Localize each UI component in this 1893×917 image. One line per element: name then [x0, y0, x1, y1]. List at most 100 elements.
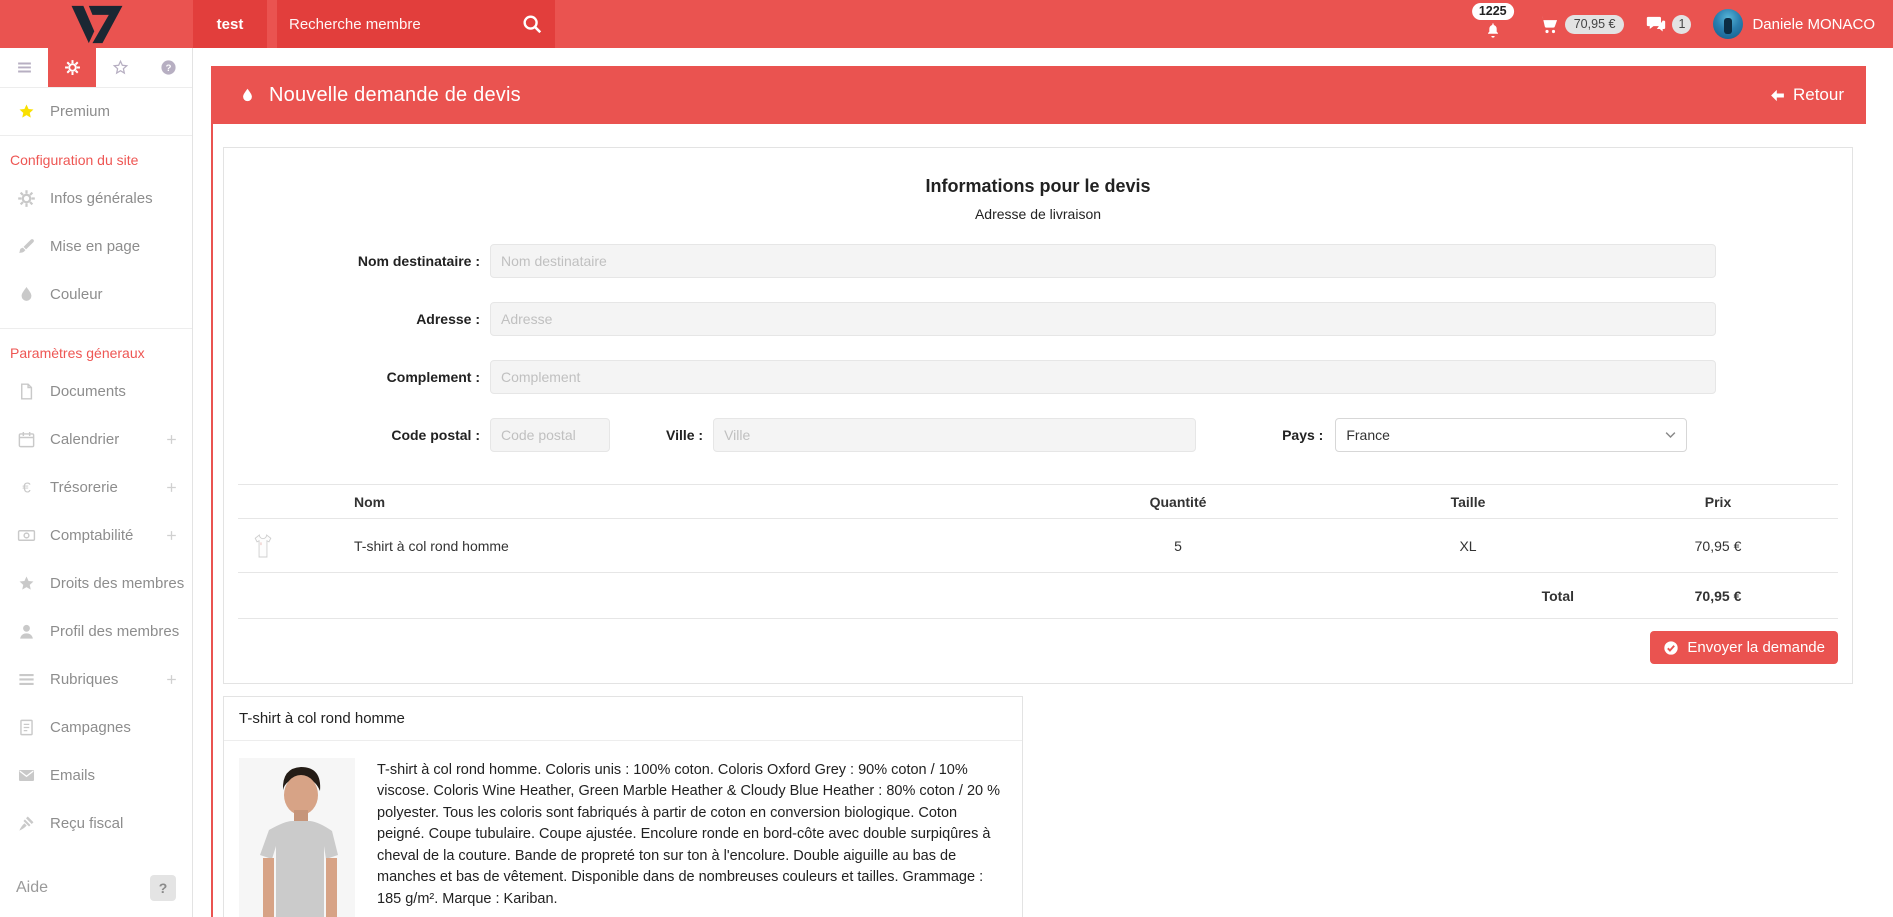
- help-label: Aide: [16, 879, 150, 897]
- row-price: 70,95 €: [1598, 538, 1838, 554]
- user-menu[interactable]: Daniele MONACO: [1713, 9, 1875, 39]
- back-button-label: Retour: [1793, 85, 1844, 105]
- member-search: [277, 0, 555, 48]
- row-size: XL: [1338, 538, 1598, 554]
- gear-icon: [64, 59, 81, 76]
- gear-icon: [17, 189, 36, 208]
- product-card-title: T-shirt à col rond homme: [224, 697, 1022, 741]
- postal-code-label: Code postal :: [238, 427, 480, 443]
- table-total-row: Total 70,95 €: [238, 573, 1838, 619]
- sidebar-item-re-u-fiscal[interactable]: Reçu fiscal: [0, 799, 192, 847]
- sidebar-item-label: Couleur: [50, 286, 103, 303]
- svg-text:?: ?: [165, 63, 171, 74]
- sidebar-item-rubriques[interactable]: Rubriques: [0, 655, 192, 703]
- form-row: Complement :: [238, 360, 1838, 394]
- tshirt-icon: [252, 533, 274, 559]
- search-input[interactable]: [289, 16, 521, 33]
- form-subtitle: Adresse de livraison: [238, 206, 1838, 222]
- search-icon[interactable]: [521, 13, 543, 35]
- content-wrapper: Nouvelle demande de devis Retour Informa…: [211, 66, 1866, 917]
- menu-icon: [17, 670, 36, 689]
- sidebar-tab-3[interactable]: [96, 48, 144, 87]
- star-icon: [17, 574, 36, 593]
- product-card: T-shirt à col rond homme: [223, 696, 1023, 917]
- country-select[interactable]: France: [1335, 418, 1687, 452]
- table-row: T-shirt à col rond homme5XL70,95 €: [238, 519, 1838, 573]
- sidebar-item-mise-en-page[interactable]: Mise en page: [0, 222, 192, 270]
- droplet-icon: [239, 87, 256, 104]
- sidebar-item-tr-sorerie[interactable]: €Trésorerie: [0, 463, 192, 511]
- recipient-input[interactable]: [490, 244, 1716, 278]
- sidebar-item-campagnes[interactable]: Campagnes: [0, 703, 192, 751]
- plus-icon[interactable]: [165, 433, 178, 446]
- postal-code-input[interactable]: [490, 418, 610, 452]
- sidebar-item-profil-des-membres[interactable]: Profil des membres: [0, 607, 192, 655]
- sidebar-tab-2[interactable]: [48, 48, 96, 87]
- product-photo: [239, 758, 355, 917]
- notification-count-badge: 1225: [1472, 3, 1514, 20]
- sidebar-item-calendrier[interactable]: Calendrier: [0, 415, 192, 463]
- file-icon: [17, 382, 36, 401]
- sidebar-tab-1[interactable]: [0, 48, 48, 87]
- sidebar-item-emails[interactable]: Emails: [0, 751, 192, 799]
- sidebar-item-documents[interactable]: Documents: [0, 367, 192, 415]
- send-request-button[interactable]: Envoyer la demande: [1650, 631, 1838, 664]
- page-header: Nouvelle demande de devis Retour: [213, 66, 1866, 124]
- sidebar-tab-4[interactable]: ?: [144, 48, 192, 87]
- page-title: Nouvelle demande de devis: [269, 84, 1769, 107]
- complement-label: Complement :: [238, 369, 480, 385]
- plus-icon[interactable]: [165, 673, 178, 686]
- sidebar-menu: Configuration du site Infos générales Mise…: [0, 136, 192, 847]
- sidebar-item-label: Documents: [50, 383, 126, 400]
- site-tab-label: test: [217, 16, 244, 33]
- sidebar-tabs: ?: [0, 48, 192, 88]
- sidebar-item-premium[interactable]: Premium: [0, 88, 192, 136]
- country-label: Pays :: [1282, 427, 1323, 443]
- brand-logo-icon: [66, 4, 128, 44]
- app-logo[interactable]: [0, 0, 193, 48]
- sidebar-item-comptabilit[interactable]: Comptabilité: [0, 511, 192, 559]
- user-name: Daniele MONACO: [1752, 16, 1875, 33]
- bell-icon: [1484, 22, 1501, 39]
- check-circle-icon: [1663, 640, 1679, 656]
- column-header-name: Nom: [348, 494, 1018, 510]
- quote-form-card: Informations pour le devis Adresse de li…: [223, 147, 1853, 684]
- cart-amount-badge: 70,95 €: [1565, 15, 1625, 34]
- sidebar-item-label: Comptabilité: [50, 527, 133, 544]
- sidebar-item-label: Calendrier: [50, 431, 119, 448]
- messages-button[interactable]: 1: [1646, 14, 1691, 34]
- form-row: Nom destinataire :: [238, 244, 1838, 278]
- sidebar-item-infos-g-n-rales[interactable]: Infos générales: [0, 174, 192, 222]
- sidebar-item-label: Reçu fiscal: [50, 815, 123, 832]
- sidebar-item-couleur[interactable]: Couleur: [0, 270, 192, 318]
- sidebar: ? Premium Configuration du site Infos gén…: [0, 48, 193, 917]
- column-header-size: Taille: [1338, 494, 1598, 510]
- brush-icon: [17, 237, 36, 256]
- form-row: Code postal : Ville : Pays : France: [238, 418, 1838, 452]
- star-icon: [17, 102, 36, 121]
- help-icon[interactable]: ?: [150, 875, 176, 901]
- notifications-button[interactable]: 1225: [1470, 0, 1516, 48]
- city-label: Ville :: [666, 427, 703, 443]
- city-input[interactable]: [713, 418, 1196, 452]
- plus-icon[interactable]: [165, 481, 178, 494]
- back-button[interactable]: Retour: [1769, 85, 1844, 105]
- gavel-icon: [17, 814, 36, 833]
- product-description: T-shirt à col rond homme. Coloris unis :…: [377, 758, 1007, 917]
- sidebar-item-label: Profil des membres: [50, 623, 179, 640]
- sidebar-item-label: Premium: [50, 103, 110, 120]
- complement-input[interactable]: [490, 360, 1716, 394]
- banknote-icon: [17, 526, 36, 545]
- table-header-row: Nom Quantité Taille Prix: [238, 485, 1838, 519]
- sidebar-item-droits-des-membres[interactable]: Droits des membres: [0, 559, 192, 607]
- arrow-left-icon: [1769, 87, 1786, 104]
- sidebar-section-title: Configuration du site: [0, 136, 192, 174]
- recipient-label: Nom destinataire :: [238, 253, 480, 269]
- address-input[interactable]: [490, 302, 1716, 336]
- site-tab[interactable]: test: [193, 0, 267, 48]
- form-title: Informations pour le devis: [238, 176, 1838, 197]
- cart-button[interactable]: 70,95 €: [1538, 14, 1625, 35]
- sidebar-item-label: Infos générales: [50, 190, 153, 207]
- column-header-quantity: Quantité: [1018, 494, 1338, 510]
- plus-icon[interactable]: [165, 529, 178, 542]
